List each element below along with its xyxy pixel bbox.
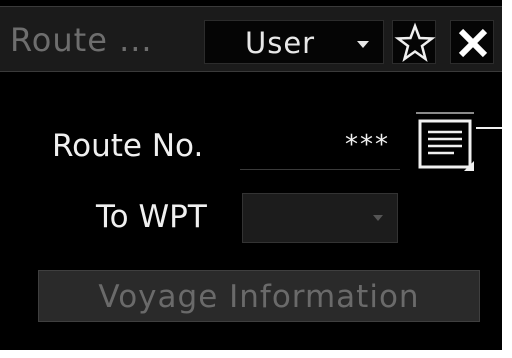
route-list-connector (476, 127, 502, 129)
title-bar: Route ... User (0, 6, 502, 72)
favorite-button[interactable] (392, 20, 436, 64)
user-mode-select-value: User (245, 26, 316, 60)
chevron-down-icon (357, 41, 369, 48)
route-window: Route ... User Route No. *** To WPT Voya… (0, 0, 512, 358)
close-button[interactable] (450, 20, 494, 64)
route-list-icon (416, 112, 474, 171)
route-no-value: *** (345, 130, 390, 160)
route-list-button[interactable] (414, 111, 476, 173)
chevron-down-icon (373, 215, 383, 221)
window-title: Route ... (10, 21, 153, 59)
to-wpt-label: To WPT (96, 199, 207, 235)
voyage-information-label: Voyage Information (98, 279, 420, 315)
user-mode-select[interactable]: User (204, 20, 384, 64)
to-wpt-select (242, 193, 398, 243)
voyage-information-button: Voyage Information (38, 270, 480, 322)
route-no-label: Route No. (52, 128, 204, 164)
star-icon (394, 22, 436, 63)
route-no-field: *** (240, 118, 400, 170)
close-icon (458, 28, 488, 58)
